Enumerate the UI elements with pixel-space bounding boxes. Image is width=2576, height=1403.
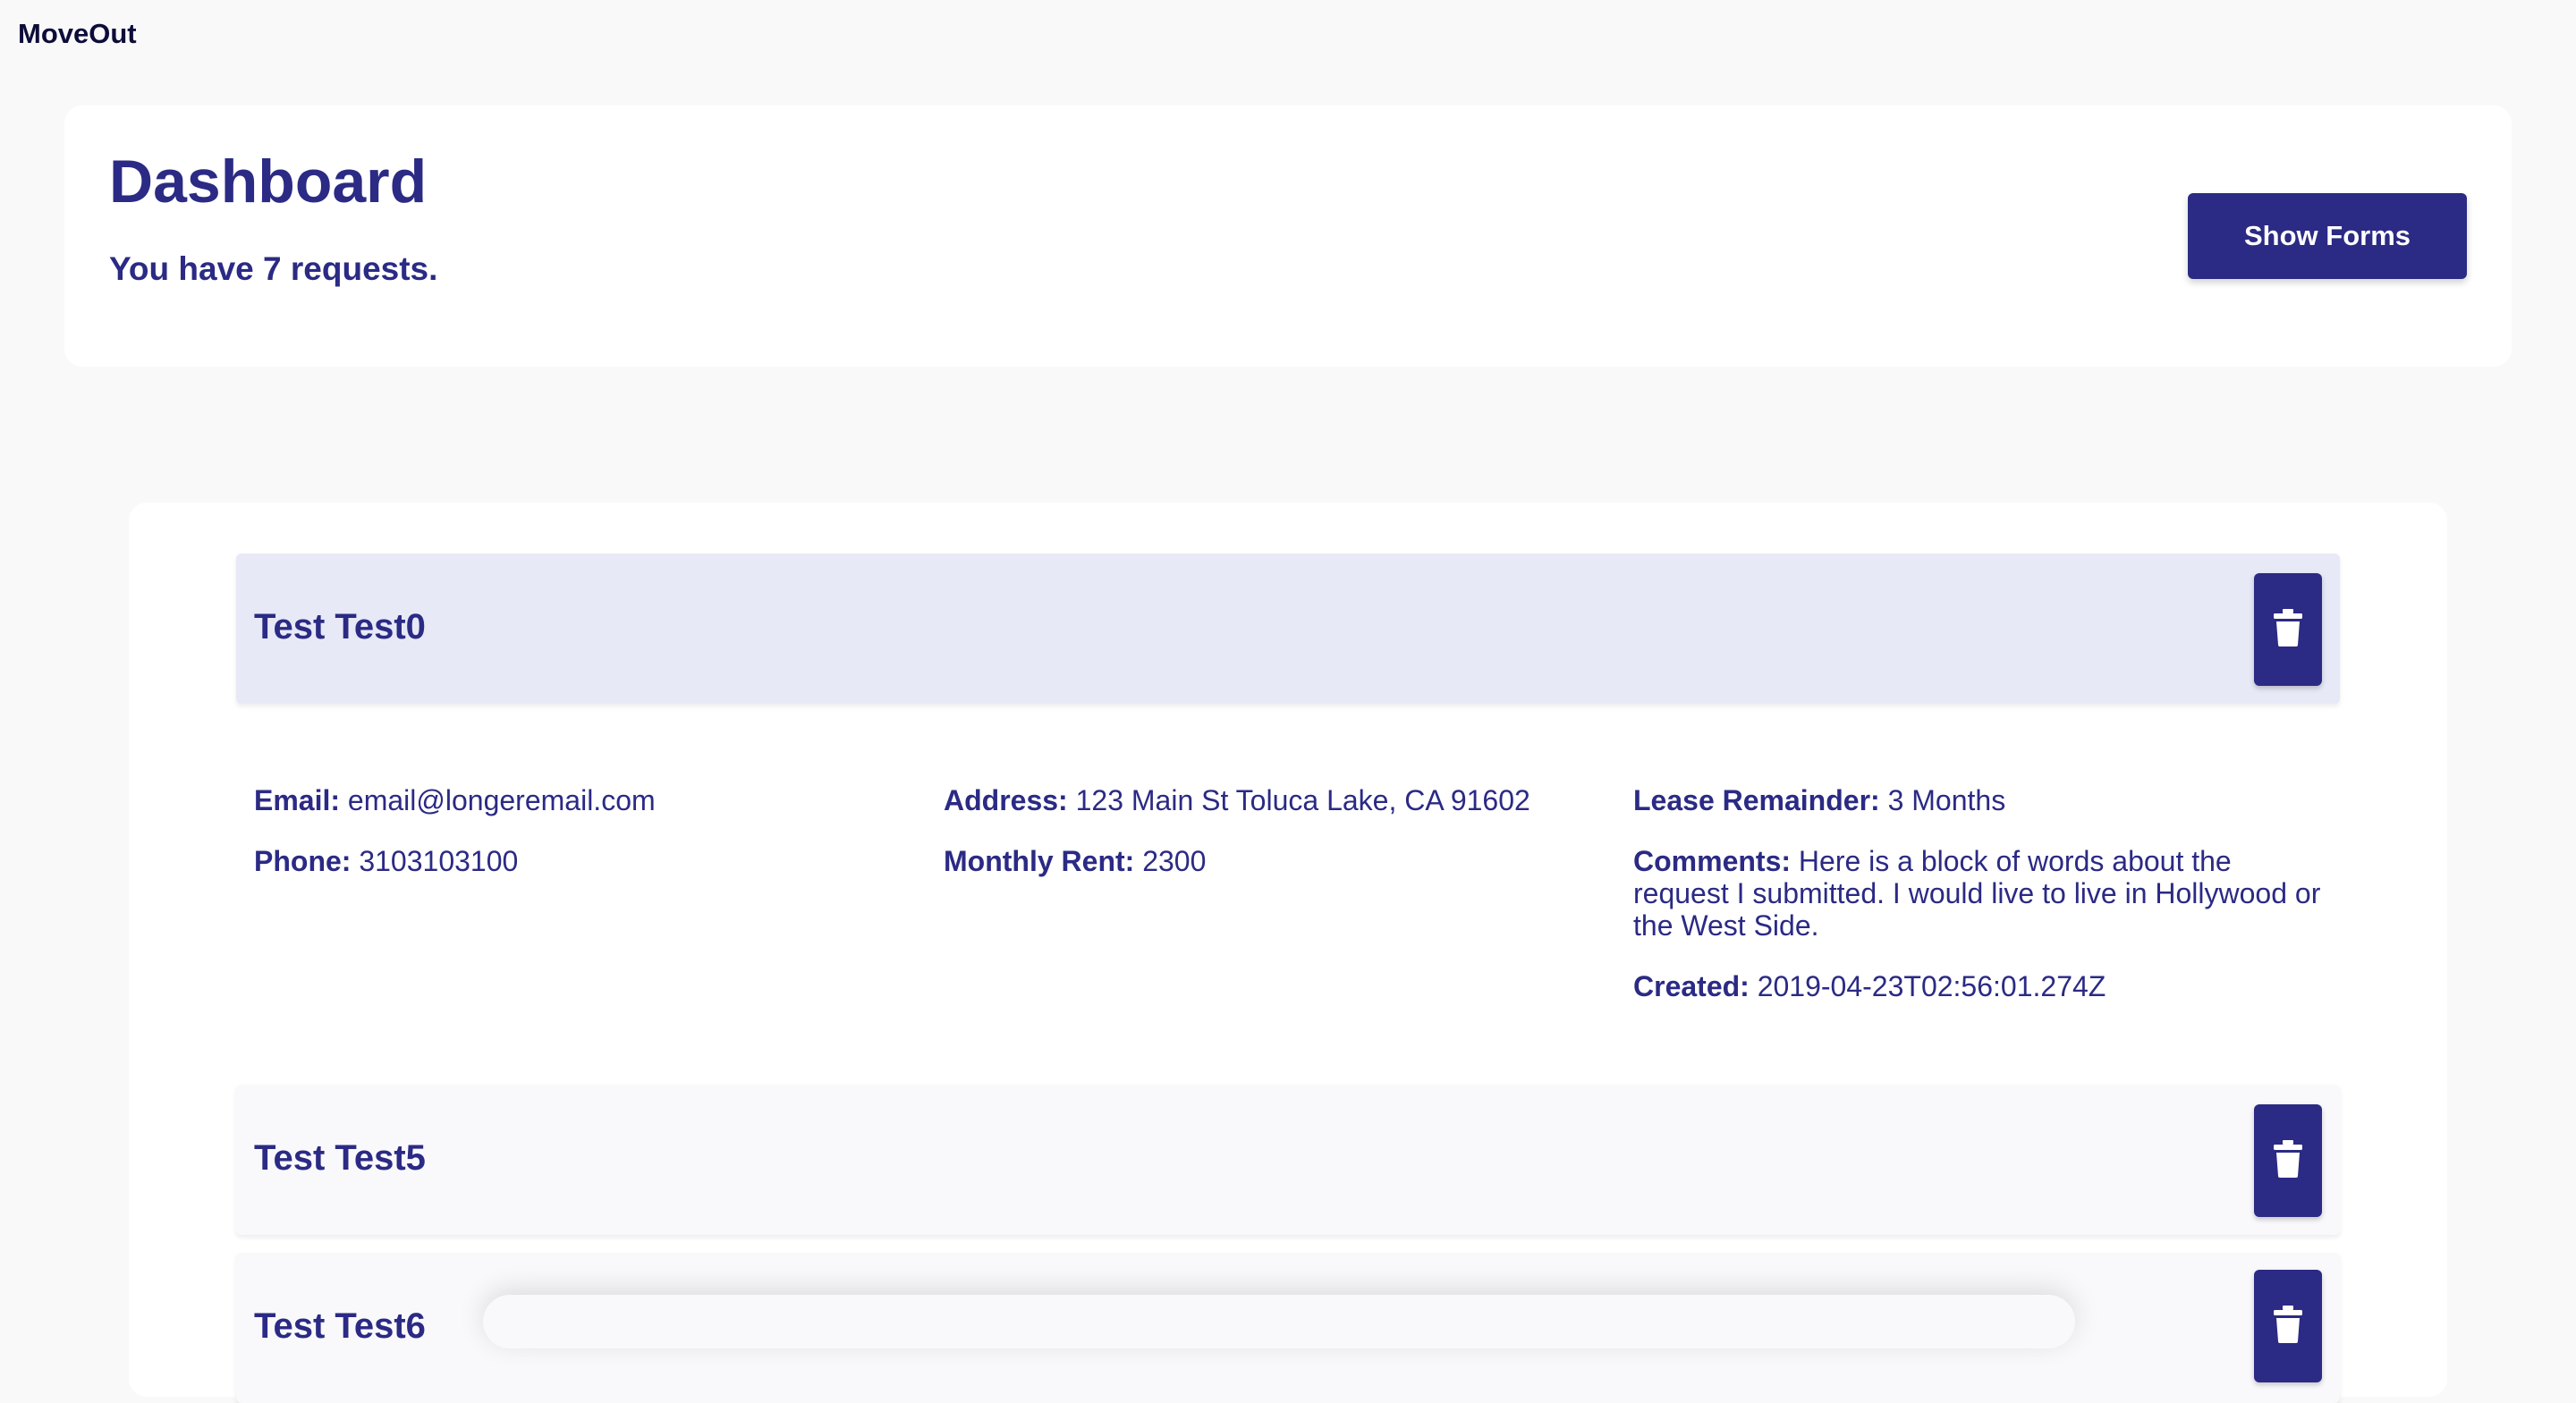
- trash-icon: [2274, 1140, 2302, 1178]
- show-forms-button[interactable]: Show Forms: [2188, 193, 2467, 279]
- address-label: Address:: [944, 784, 1068, 816]
- monthly-rent-field: Monthly Rent: 2300: [944, 845, 1206, 877]
- lease-remainder-value: 3 Months: [1887, 784, 2006, 816]
- brand-logo[interactable]: MoveOut: [18, 18, 137, 50]
- trash-icon: [2274, 609, 2302, 647]
- requests-list: Test Test0 Email: email@longeremail.com …: [129, 503, 2447, 1403]
- delete-request-button[interactable]: [2254, 1104, 2322, 1217]
- delete-request-button[interactable]: [2254, 1270, 2322, 1382]
- request-name: Test Test0: [254, 607, 426, 647]
- request-name: Test Test5: [254, 1138, 426, 1178]
- email-field: Email: email@longeremail.com: [254, 784, 656, 816]
- request-name: Test Test6: [254, 1306, 426, 1346]
- lease-remainder-label: Lease Remainder:: [1633, 784, 1880, 816]
- created-value: 2019-04-23T02:56:01.274Z: [1757, 970, 2106, 1002]
- bottom-shadow: [483, 1295, 2075, 1348]
- delete-request-button[interactable]: [2254, 573, 2322, 686]
- phone-field: Phone: 3103103100: [254, 845, 518, 877]
- address-field: Address: 123 Main St Toluca Lake, CA 916…: [944, 784, 1530, 816]
- email-value: email@longeremail.com: [347, 784, 656, 816]
- created-label: Created:: [1633, 970, 1750, 1002]
- created-field: Created: 2019-04-23T02:56:01.274Z: [1633, 970, 2106, 1002]
- request-header-test5[interactable]: Test Test5: [236, 1085, 2340, 1235]
- page-title: Dashboard: [109, 148, 428, 216]
- phone-label: Phone:: [254, 845, 352, 877]
- address-value: 123 Main St Toluca Lake, CA 91602: [1075, 784, 1530, 816]
- phone-value: 3103103100: [359, 845, 519, 877]
- dashboard-card: Dashboard You have 7 requests. Show Form…: [64, 106, 2512, 367]
- monthly-rent-value: 2300: [1142, 845, 1207, 877]
- email-label: Email:: [254, 784, 341, 816]
- monthly-rent-label: Monthly Rent:: [944, 845, 1135, 877]
- request-count-text: You have 7 requests.: [109, 250, 438, 287]
- comments-label: Comments:: [1633, 845, 1792, 877]
- lease-remainder-field: Lease Remainder: 3 Months: [1633, 784, 2005, 816]
- comments-field: Comments: Here is a block of words about…: [1633, 845, 2331, 942]
- request-header-test0[interactable]: Test Test0: [236, 554, 2340, 704]
- trash-icon: [2274, 1306, 2302, 1343]
